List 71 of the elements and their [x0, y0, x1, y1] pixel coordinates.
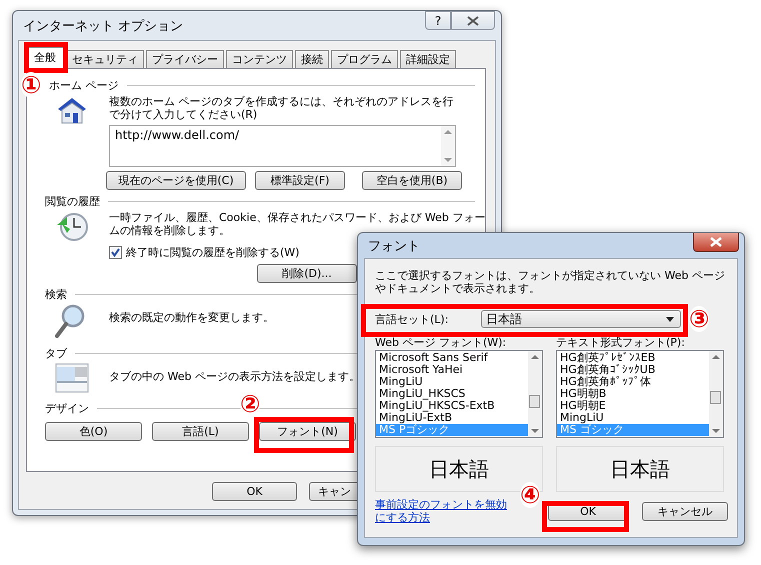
- scrollbar[interactable]: [709, 351, 723, 437]
- section-description: 一時ファイル、履歴、Cookie、保存されたパスワード、および Web フォームの情報を削除します。: [109, 211, 486, 237]
- caret-icon: [666, 316, 674, 322]
- language-dropdown[interactable]: 日本語: [481, 310, 681, 328]
- dialog-button[interactable]: 標準設定(F): [255, 171, 345, 190]
- checkbox[interactable]: [109, 246, 122, 259]
- homepage-field[interactable]: http://www.dell.com/: [109, 125, 456, 167]
- dialog-button[interactable]: 削除(D)...: [257, 264, 357, 283]
- tabs-icon: [55, 363, 89, 393]
- up-arrow-icon[interactable]: [531, 354, 539, 360]
- list-item[interactable]: HG創英角ｺﾞｼｯｸUB: [557, 364, 709, 376]
- down-arrow-icon[interactable]: [531, 428, 539, 434]
- dialog-button[interactable]: キャンセル: [642, 502, 728, 520]
- close-icon: [710, 237, 722, 247]
- dialog-button[interactable]: 現在のページを使用(C): [106, 171, 246, 190]
- clock-icon: [55, 211, 89, 243]
- field-label: テキスト形式フォント(P):: [556, 337, 685, 349]
- section-description: 検索の既定の動作を変更します。: [109, 311, 274, 324]
- help-link[interactable]: 事前設定のフォントを無効にする方法: [375, 498, 515, 524]
- scrollbar[interactable]: [528, 351, 542, 437]
- tab[interactable]: 接続: [295, 50, 329, 68]
- dialog-button[interactable]: 色(O): [45, 422, 142, 441]
- list-item[interactable]: Microsoft YaHei: [376, 364, 528, 376]
- field-label: Web ページ フォント(W):: [375, 337, 506, 349]
- list-item[interactable]: HG創英ﾌﾟﾚｾﾞﾝｽEB: [557, 352, 709, 364]
- down-arrow-icon[interactable]: [712, 428, 720, 434]
- section-heading: 閲覧の履歴: [45, 194, 100, 208]
- close-icon: [467, 16, 479, 26]
- font-preview: 日本語: [556, 446, 724, 492]
- field-label: 言語セット(L):: [375, 312, 450, 326]
- close-button[interactable]: [693, 233, 739, 252]
- section-description: 複数のホーム ページのタブを作成するには、それぞれのアドレスを行で分けて入力してください(R): [109, 95, 454, 121]
- list-item[interactable]: MingLiU_HKSCS-ExtB: [376, 400, 528, 412]
- list-item[interactable]: HG明朝B: [557, 388, 709, 400]
- section-heading: タブ: [45, 346, 67, 360]
- tab[interactable]: プログラム: [331, 50, 398, 68]
- list-item[interactable]: MingLiU-ExtB: [376, 412, 528, 424]
- close-button[interactable]: [451, 11, 495, 30]
- list-item[interactable]: Microsoft Sans Serif: [376, 352, 528, 364]
- section-heading: デザイン: [45, 400, 89, 416]
- dialog-description: ここで選択するフォントは、フォントが指定されていない Web ページやドキュメントで表示されます。: [375, 269, 725, 295]
- highlight-frame: [24, 42, 68, 73]
- up-arrow-icon[interactable]: [444, 129, 452, 135]
- font-list[interactable]: Microsoft Sans Serif Microsoft YaHei MingLiU MingLiU_HKSCS MingLiU_HKSCS-ExtB MingLiU-ExtB MS Pゴシック: [375, 350, 543, 438]
- dialog-button[interactable]: 空白を使用(B): [362, 171, 462, 190]
- dialog-button[interactable]: 言語(L): [152, 422, 249, 441]
- scroll-thumb[interactable]: [710, 391, 721, 404]
- up-arrow-icon[interactable]: [712, 354, 720, 360]
- magnifier-icon: [55, 304, 85, 340]
- font-list[interactable]: HG創英ﾌﾟﾚｾﾞﾝｽEB HG創英角ｺﾞｼｯｸUB HG創英角ﾎﾟｯﾌﾟ体 HG明朝B HG明朝E MingLiU MS ゴシック: [556, 350, 724, 438]
- section-heading: 検索: [45, 286, 67, 302]
- list-item[interactable]: HG明朝E: [557, 400, 709, 412]
- scrollbar[interactable]: [441, 126, 455, 166]
- tab[interactable]: 詳細設定: [400, 50, 456, 68]
- list-item[interactable]: MingLiU: [557, 412, 709, 424]
- dialog-button[interactable]: フォント(N): [259, 422, 356, 441]
- tab[interactable]: プライバシー: [146, 50, 224, 68]
- section-heading: ホーム ページ: [49, 78, 118, 92]
- help-button[interactable]: ?: [425, 11, 451, 30]
- tab[interactable]: コンテンツ: [226, 50, 293, 68]
- tab[interactable]: セキュリティ: [66, 50, 144, 68]
- down-arrow-icon[interactable]: [444, 157, 452, 163]
- dialog-button[interactable]: OK: [212, 482, 297, 501]
- list-item[interactable]: MingLiU_HKSCS: [376, 388, 528, 400]
- section-description: タブの中の Web ページの表示方法を設定します。: [109, 370, 360, 383]
- list-item[interactable]: MingLiU: [376, 376, 528, 388]
- list-item[interactable]: HG創英角ﾎﾟｯﾌﾟ体: [557, 376, 709, 388]
- checkbox-label: 終了時に閲覧の履歴を削除する(W): [126, 245, 300, 260]
- window-title: インターネット オプション: [23, 18, 184, 34]
- window-title: フォント: [368, 238, 420, 254]
- scroll-thumb[interactable]: [529, 395, 540, 408]
